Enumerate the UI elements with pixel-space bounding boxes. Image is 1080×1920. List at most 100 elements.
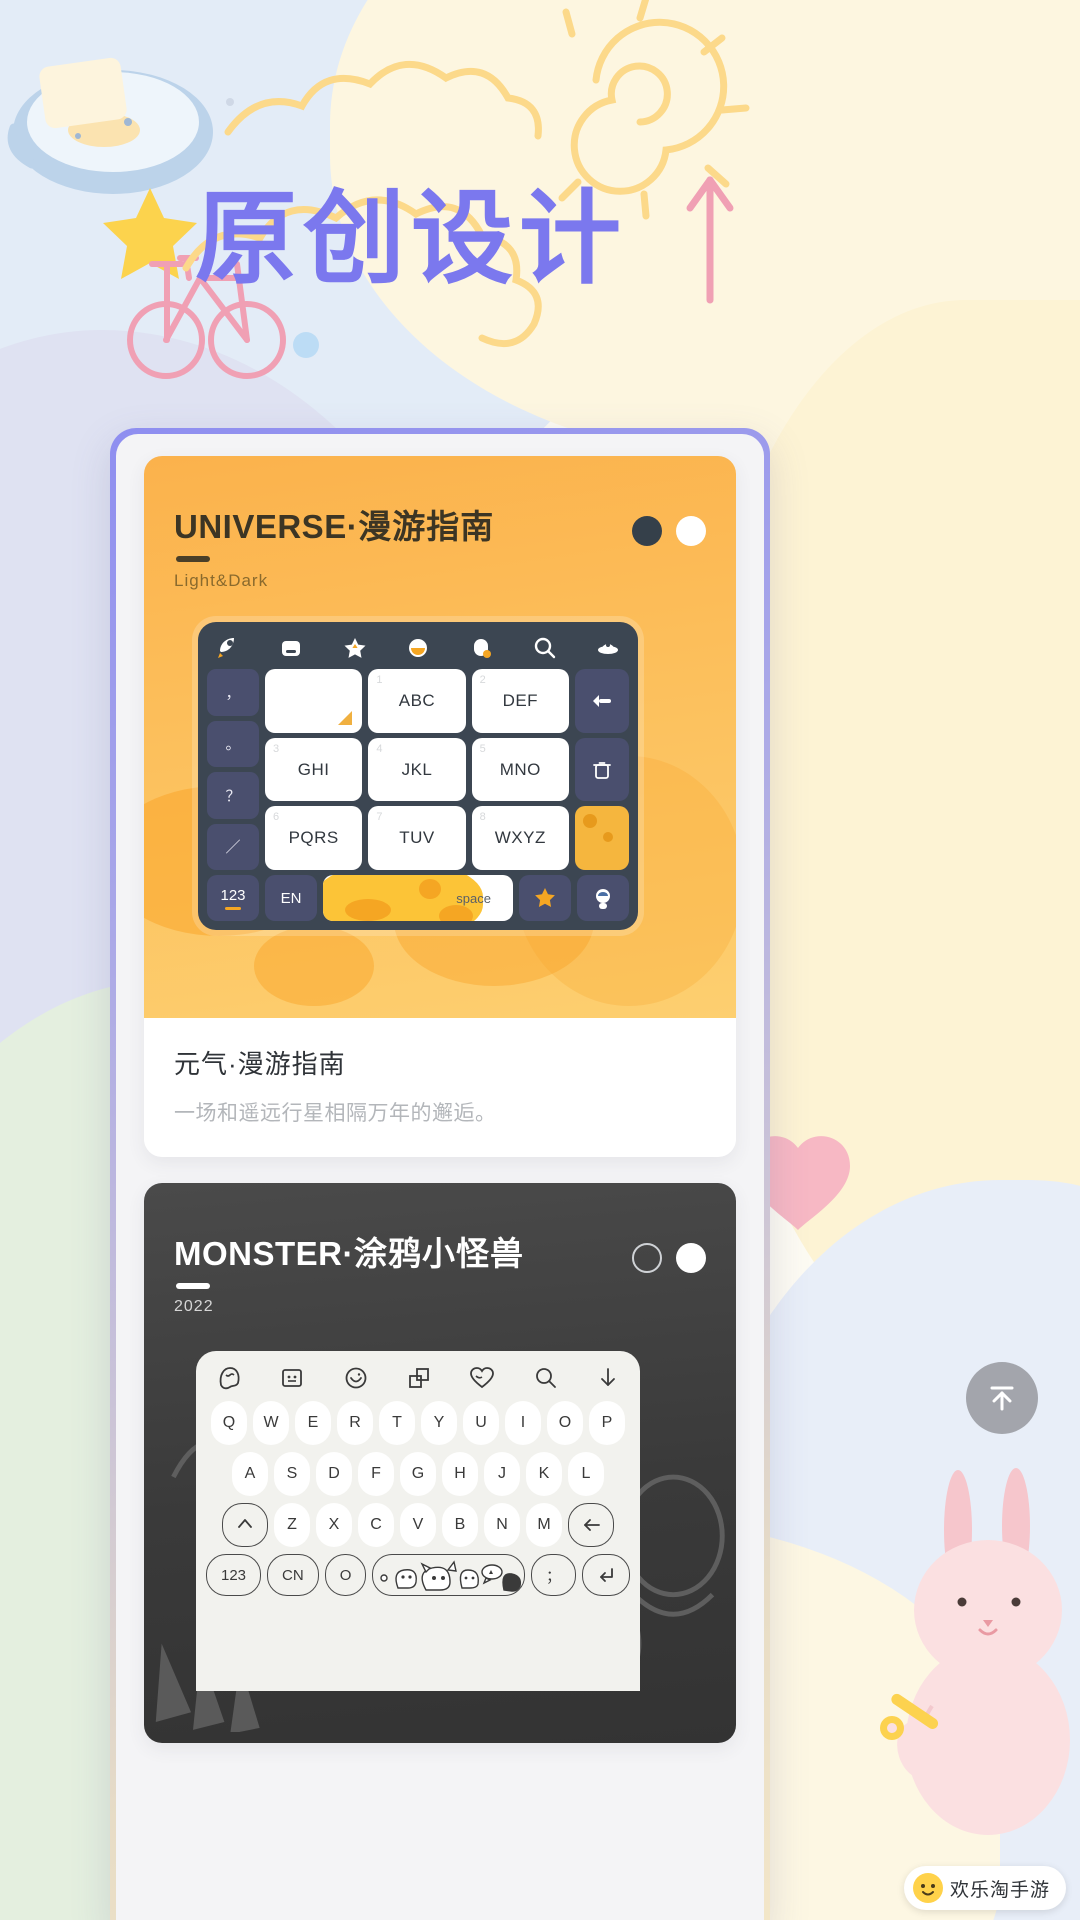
key-i[interactable]: I [505, 1401, 541, 1445]
key-r[interactable]: R [337, 1401, 373, 1445]
astronaut-key[interactable] [577, 875, 629, 921]
key-y[interactable]: Y [421, 1401, 457, 1445]
ufo-icon[interactable] [595, 635, 621, 661]
key-t[interactable]: T [379, 1401, 415, 1445]
star-icon[interactable] [342, 635, 368, 661]
space-key[interactable]: space [323, 875, 513, 921]
phone-screen[interactable]: UNIVERSE·漫游指南 Light&Dark ， 。 ？ ／ 1 ABC 2… [116, 434, 764, 1920]
key-k[interactable]: K [526, 1452, 562, 1496]
monster-theme-toggle[interactable] [632, 1235, 706, 1273]
key-blank[interactable] [265, 669, 363, 733]
qwerty-row-3[interactable]: Z X C V B N M [206, 1503, 630, 1547]
layers-icon[interactable] [407, 1366, 431, 1390]
key-s[interactable]: S [274, 1452, 310, 1496]
clipboard-icon[interactable] [468, 635, 494, 661]
key-p[interactable]: P [589, 1401, 625, 1445]
keyboard-toolbar[interactable] [206, 1361, 630, 1401]
key-tuv[interactable]: 7 TUV [368, 806, 466, 871]
cheese-enter-key[interactable] [575, 806, 629, 871]
scroll-to-top-button[interactable] [966, 1362, 1038, 1434]
smiley-icon[interactable] [343, 1365, 369, 1391]
num-switch-key[interactable]: 123 [207, 875, 259, 921]
punct-key[interactable]: ／ [207, 823, 259, 870]
delete-key[interactable] [575, 737, 629, 802]
qwerty-bottom-row[interactable]: 123 CN O ； [206, 1554, 630, 1596]
key-def[interactable]: 2 DEF [471, 669, 569, 733]
lang-switch-key[interactable]: EN [265, 875, 317, 921]
emoji-icon[interactable] [405, 635, 431, 661]
key-b[interactable]: B [442, 1503, 478, 1547]
universe-theme-toggle[interactable] [632, 508, 706, 546]
monster-title-sep: · [342, 1235, 354, 1272]
heart-icon[interactable] [469, 1366, 495, 1390]
rocket-icon[interactable] [215, 635, 241, 661]
monster-subtitle: 2022 [174, 1297, 214, 1315]
key-m[interactable]: M [526, 1503, 562, 1547]
key-g[interactable]: G [400, 1452, 436, 1496]
punct-key[interactable]: ？ [207, 772, 259, 819]
cheese-hole [419, 879, 441, 899]
key-z[interactable]: Z [274, 1503, 310, 1547]
key-j[interactable]: J [484, 1452, 520, 1496]
key-wxyz[interactable]: 8 WXYZ [471, 806, 569, 871]
key-w[interactable]: W [253, 1401, 289, 1445]
search-icon[interactable] [534, 1366, 558, 1390]
key-ghi[interactable]: 3 GHI [265, 737, 363, 802]
key-x[interactable]: X [316, 1503, 352, 1547]
key-q[interactable]: Q [211, 1401, 247, 1445]
keypad-row[interactable]: 6 PQRS 7 TUV 8 WXYZ [265, 806, 569, 871]
keyboard-bottom-row[interactable]: 123 EN space [207, 875, 629, 921]
watermark-badge[interactable]: 欢乐淘手游 [903, 1866, 1066, 1910]
key-l[interactable]: L [568, 1452, 604, 1496]
dark-swatch[interactable] [632, 1243, 662, 1273]
search-icon[interactable] [532, 635, 558, 661]
key-f[interactable]: F [358, 1452, 394, 1496]
title-underline-rule [176, 1282, 210, 1289]
light-swatch[interactable] [676, 1243, 706, 1273]
key-a[interactable]: A [232, 1452, 268, 1496]
monster-doodle-space-key[interactable] [372, 1554, 525, 1596]
qwerty-row-1[interactable]: Q W E R T Y U I O P [206, 1401, 630, 1445]
punct-key[interactable]: ； [530, 1554, 576, 1596]
enter-key[interactable] [582, 1554, 630, 1596]
theme-card-universe[interactable]: UNIVERSE·漫游指南 Light&Dark ， 。 ？ ／ 1 ABC 2… [144, 456, 736, 1157]
t9-keyboard[interactable]: ， 。 ？ ／ 1 ABC 2 DEF 3 GHI 4 JKL 5 MNO 6 … [198, 622, 638, 930]
key-h[interactable]: H [442, 1452, 478, 1496]
light-swatch[interactable] [676, 516, 706, 546]
num-switch-key[interactable]: 123 [206, 1554, 262, 1596]
key-pqrs[interactable]: 6 PQRS [265, 806, 363, 871]
key-c[interactable]: C [358, 1503, 394, 1547]
key-n[interactable]: N [484, 1503, 520, 1547]
key-abc[interactable]: 1 ABC [368, 669, 466, 733]
key-u[interactable]: U [463, 1401, 499, 1445]
backspace-key[interactable] [568, 1503, 614, 1547]
punct-key[interactable]: ， [207, 669, 259, 716]
dark-swatch[interactable] [632, 516, 662, 546]
function-column[interactable] [575, 669, 629, 871]
theme-card-monster[interactable]: MONSTER·涂鸦小怪兽 2022 Q W E R T Y U I O P A… [144, 1183, 736, 1743]
keypad-row[interactable]: 1 ABC 2 DEF [265, 669, 569, 733]
collapse-down-icon[interactable] [596, 1366, 620, 1390]
keyboard-body[interactable]: ， 。 ？ ／ 1 ABC 2 DEF 3 GHI 4 JKL 5 MNO 6 … [207, 669, 629, 871]
key-v[interactable]: V [400, 1503, 436, 1547]
qwerty-keyboard[interactable]: Q W E R T Y U I O P A S D F G H J K L Z … [196, 1351, 640, 1691]
keyboard-icon[interactable] [278, 635, 304, 661]
punctuation-column[interactable]: ， 。 ？ ／ [207, 669, 259, 870]
keypad-grid[interactable]: 1 ABC 2 DEF 3 GHI 4 JKL 5 MNO 6 PQRS 7 T… [265, 669, 569, 871]
lang-switch-key[interactable]: CN [267, 1554, 319, 1596]
key-o[interactable]: O [547, 1401, 583, 1445]
keypad-row[interactable]: 3 GHI 4 JKL 5 MNO [265, 737, 569, 802]
key-mno[interactable]: 5 MNO [471, 737, 569, 802]
qwerty-row-2[interactable]: A S D F G H J K L [206, 1452, 630, 1496]
ghost-icon[interactable] [216, 1365, 242, 1391]
star-key[interactable] [519, 875, 571, 921]
punct-key[interactable]: 。 [207, 720, 259, 767]
key-e[interactable]: E [295, 1401, 331, 1445]
key-d[interactable]: D [316, 1452, 352, 1496]
backspace-key[interactable] [575, 669, 629, 733]
emoji-switch-key[interactable]: O [324, 1554, 367, 1596]
key-jkl[interactable]: 4 JKL [368, 737, 466, 802]
shift-key[interactable] [222, 1503, 268, 1547]
keyboard-toolbar[interactable] [207, 632, 629, 669]
sticker-icon[interactable] [280, 1366, 304, 1390]
